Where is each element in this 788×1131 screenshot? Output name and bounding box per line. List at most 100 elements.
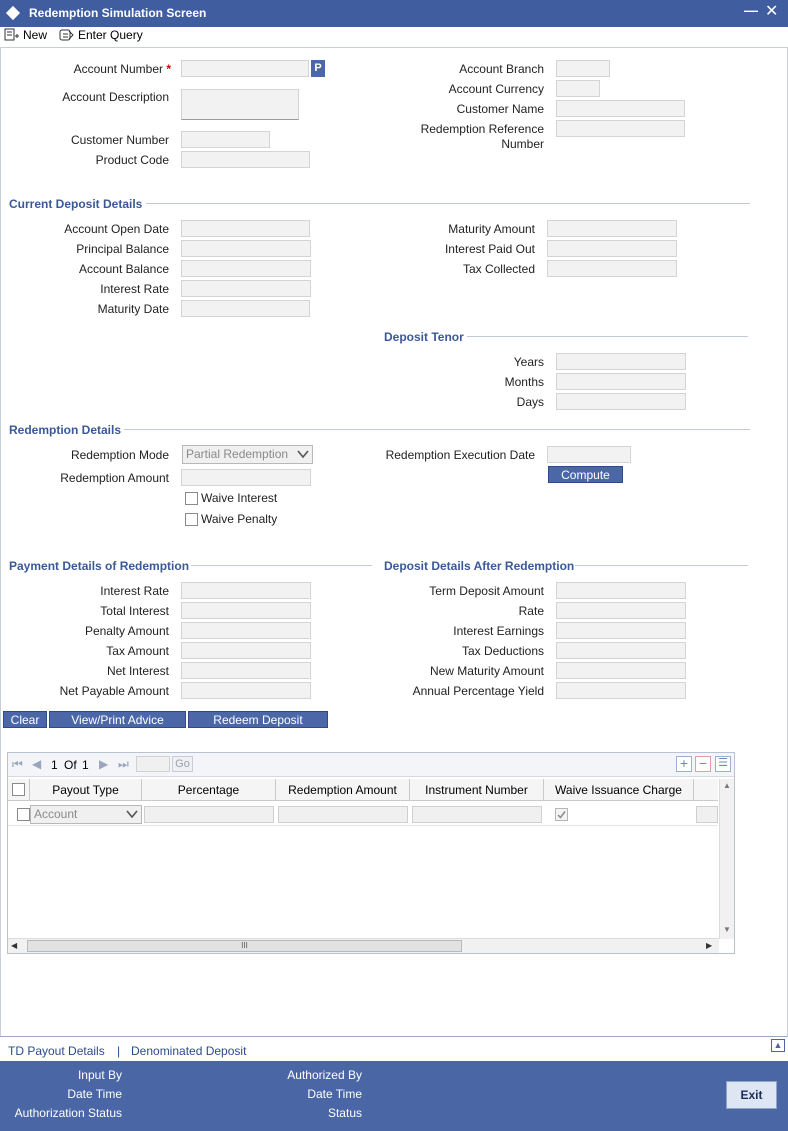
collapse-up-icon[interactable]: ▲: [771, 1039, 785, 1052]
account-number-input[interactable]: [181, 60, 309, 77]
waive-penalty-label: Waive Penalty: [201, 512, 278, 526]
col-percentage[interactable]: Percentage: [142, 779, 276, 801]
col-instrument-number[interactable]: Instrument Number: [410, 779, 544, 801]
total-interest-input[interactable]: [181, 602, 311, 619]
tax-amount-input[interactable]: [181, 642, 311, 659]
interest-rate-input[interactable]: [181, 280, 311, 297]
close-icon[interactable]: ✕: [765, 1, 778, 21]
go-button[interactable]: Go: [172, 756, 193, 772]
new-button[interactable]: New: [4, 28, 47, 42]
denominated-deposit-link[interactable]: Denominated Deposit: [131, 1044, 246, 1058]
interest-paid-out-input[interactable]: [547, 240, 677, 257]
waive-interest-label: Waive Interest: [201, 491, 278, 505]
waive-penalty-checkbox[interactable]: [185, 513, 198, 526]
redemption-amount-cell-input[interactable]: [278, 806, 408, 823]
months-input[interactable]: [556, 373, 686, 390]
col-waive-issuance-charge[interactable]: Waive Issuance Charge: [544, 779, 694, 801]
first-page-icon[interactable]: ⏮: [12, 757, 23, 772]
date-time-2-label: Date Time: [307, 1087, 362, 1101]
grid-vertical-scrollbar[interactable]: ▲ ▼: [719, 779, 734, 939]
account-balance-input[interactable]: [181, 260, 311, 277]
row-select-checkbox[interactable]: [17, 808, 30, 821]
pd-interest-rate-input[interactable]: [181, 582, 311, 599]
clear-button[interactable]: Clear: [3, 711, 47, 728]
percentage-input[interactable]: [144, 806, 274, 823]
account-currency-input[interactable]: [556, 80, 600, 97]
scroll-left-icon[interactable]: ◀: [11, 941, 17, 950]
instrument-number-input[interactable]: [412, 806, 542, 823]
page-current: 1: [51, 758, 58, 772]
compute-button[interactable]: Compute: [548, 466, 623, 483]
waive-interest-checkbox[interactable]: [185, 492, 198, 505]
apy-input[interactable]: [556, 682, 686, 699]
term-deposit-amount-input[interactable]: [556, 582, 686, 599]
td-payout-details-link[interactable]: TD Payout Details: [8, 1044, 105, 1058]
waive-issuance-checkbox[interactable]: [555, 808, 568, 821]
net-interest-input[interactable]: [181, 662, 311, 679]
select-all-cell: [8, 779, 30, 801]
delete-row-icon[interactable]: −: [695, 756, 711, 772]
deposit-tenor-section-title: Deposit Tenor: [384, 330, 464, 344]
prev-page-icon[interactable]: ◀: [32, 757, 41, 771]
last-page-icon[interactable]: ⏭: [118, 757, 129, 772]
redemption-execution-date-input[interactable]: [547, 446, 631, 463]
page-number-input[interactable]: [136, 756, 170, 772]
tax-deductions-input[interactable]: [556, 642, 686, 659]
window-titlebar: Redemption Simulation Screen — ✕: [0, 0, 788, 27]
view-print-advice-button[interactable]: View/Print Advice: [49, 711, 186, 728]
page-of: Of: [64, 758, 77, 772]
tax-collected-input[interactable]: [547, 260, 677, 277]
scroll-down-icon[interactable]: ▼: [723, 925, 731, 934]
horizontal-scroll-thumb[interactable]: III: [27, 940, 462, 952]
add-row-icon[interactable]: +: [676, 756, 692, 772]
redeem-deposit-button[interactable]: Redeem Deposit: [188, 711, 328, 728]
total-interest-label: Total Interest: [100, 604, 169, 618]
redemption-amount-input[interactable]: [181, 469, 311, 486]
interest-earnings-input[interactable]: [556, 622, 686, 639]
net-payable-label: Net Payable Amount: [59, 684, 169, 698]
principal-balance-input[interactable]: [181, 240, 311, 257]
customer-name-input[interactable]: [556, 100, 685, 117]
enter-query-button[interactable]: Enter Query: [59, 28, 143, 42]
days-input[interactable]: [556, 393, 686, 410]
account-lov-button[interactable]: P: [311, 60, 325, 77]
scroll-up-icon[interactable]: ▲: [723, 781, 731, 790]
penalty-amount-label: Penalty Amount: [84, 624, 169, 638]
years-input[interactable]: [556, 353, 686, 370]
account-open-date-input[interactable]: [181, 220, 310, 237]
next-page-icon[interactable]: ▶: [99, 757, 108, 771]
exit-button[interactable]: Exit: [726, 1081, 777, 1109]
scroll-right-icon[interactable]: ▶: [706, 941, 712, 950]
account-branch-label: Account Branch: [459, 62, 544, 76]
payout-type-value: Account: [34, 807, 78, 821]
account-description-input[interactable]: [181, 89, 299, 120]
new-maturity-amount-input[interactable]: [556, 662, 686, 679]
tax-amount-label: Tax Amount: [106, 644, 169, 658]
account-number-label-text: Account Number: [73, 62, 163, 76]
minimize-icon[interactable]: —: [744, 2, 758, 18]
table-row: Account: [8, 802, 718, 826]
grid-horizontal-scrollbar[interactable]: ◀ III ▶: [8, 938, 719, 953]
check-icon: [557, 811, 566, 819]
col-redemption-amount[interactable]: Redemption Amount: [276, 779, 410, 801]
single-view-icon[interactable]: ☰: [715, 756, 731, 772]
payout-type-select[interactable]: Account: [30, 805, 142, 824]
net-payable-input[interactable]: [181, 682, 311, 699]
maturity-date-input[interactable]: [181, 300, 310, 317]
penalty-amount-input[interactable]: [181, 622, 311, 639]
select-all-checkbox[interactable]: [12, 783, 25, 796]
redemption-reference-input[interactable]: [556, 120, 685, 137]
payout-grid: ⏮ ◀ 1 Of 1 ▶ ⏭ Go + − ☰ Payout Type Perc…: [7, 752, 735, 954]
maturity-amount-input[interactable]: [547, 220, 677, 237]
product-code-input[interactable]: [181, 151, 310, 168]
col-payout-type[interactable]: Payout Type: [30, 779, 142, 801]
customer-name-label: Customer Name: [456, 102, 544, 116]
input-by-label: Input By: [77, 1068, 122, 1082]
rate-input[interactable]: [556, 602, 686, 619]
customer-number-input[interactable]: [181, 131, 270, 148]
days-label: Days: [516, 395, 544, 409]
account-branch-input[interactable]: [556, 60, 610, 77]
redemption-mode-select[interactable]: Partial Redemption: [182, 445, 313, 464]
extra-column-input[interactable]: [696, 806, 718, 823]
new-record-icon: [4, 28, 19, 41]
